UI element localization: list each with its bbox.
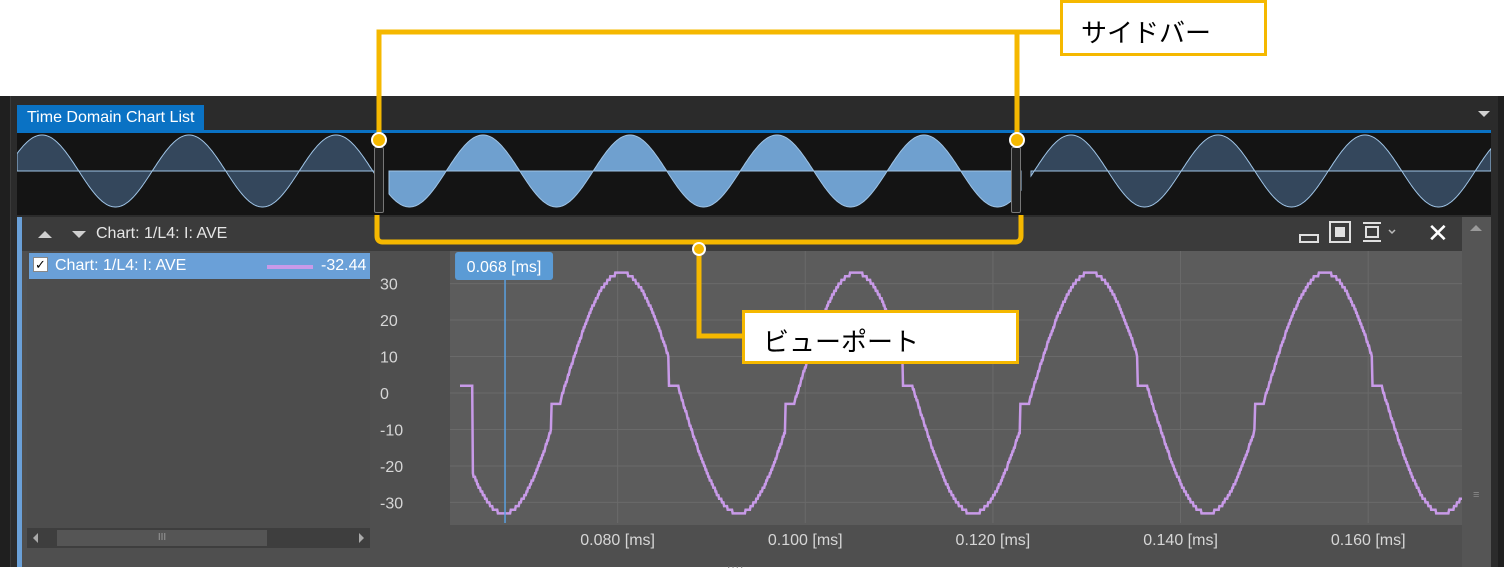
overview-waveform [17, 134, 1491, 208]
scroll-thumb[interactable]: III [57, 530, 267, 546]
scroll-up-icon[interactable] [1470, 225, 1482, 231]
close-icon[interactable]: ✕ [1427, 220, 1449, 246]
vertical-scrollbar[interactable]: ≡ [1462, 217, 1491, 567]
chart-title: Chart: 1/L4: I: AVE [96, 225, 228, 242]
x-tick-label: 0.160 [ms] [1331, 532, 1406, 549]
overview-strip[interactable] [17, 133, 1491, 215]
y-tick-label: 20 [380, 313, 398, 330]
plot-background [370, 251, 1462, 557]
x-tick-label: 0.140 [ms] [1143, 532, 1218, 549]
tab-menu-dropdown-icon[interactable] [1478, 111, 1490, 117]
x-tick-label: 0.120 [ms] [956, 532, 1031, 549]
scrollbar-grip-icon[interactable]: ≡ [1473, 490, 1479, 501]
tab-time-domain-chart-list[interactable]: Time Domain Chart List [17, 105, 205, 130]
overview-outside-right [1030, 134, 1491, 208]
series-checkbox[interactable]: ✓ [33, 257, 48, 272]
panel-accent-bar [17, 217, 22, 567]
legend-item[interactable]: ✓ Chart: 1/L4: I: AVE -32.44 [29, 253, 370, 279]
cursor-label: 0.068 [ms] [467, 259, 542, 276]
y-tick-label: 0 [380, 386, 389, 403]
series-color-swatch [267, 265, 313, 269]
viewport-left-handle[interactable] [374, 147, 384, 213]
chart-panel-header: Chart: 1/L4: I: AVE ✕ [22, 217, 1462, 251]
series-name: Chart: 1/L4: I: AVE [55, 257, 187, 274]
x-tick-label: 0.080 [ms] [580, 532, 655, 549]
scroll-left-icon[interactable] [33, 533, 38, 543]
series-value: -32.44 [321, 257, 367, 274]
time-domain-plot[interactable]: 30 20 10 0 -10 -20 -30 0.080 [ms] 0.100 [ms] 0.12… [370, 251, 1462, 557]
viewport-callout: ビューポート [742, 310, 1019, 364]
overview-outside-left [17, 134, 380, 208]
left-dock-edge [0, 96, 11, 567]
x-axis-area [370, 525, 1462, 557]
sidebar-callout: サイドバー [1060, 0, 1267, 56]
fit-all-icon[interactable] [1328, 220, 1352, 244]
fit-vertical-icon[interactable] [1360, 220, 1396, 244]
move-up-icon[interactable] [38, 231, 52, 238]
minimize-icon[interactable] [1298, 225, 1320, 245]
overview-viewport-wave [388, 134, 1022, 208]
x-tick-label: 0.100 [ms] [768, 532, 843, 549]
scroll-right-icon[interactable] [359, 533, 364, 543]
y-tick-label: 10 [380, 350, 398, 367]
right-dock-edge [1498, 96, 1504, 567]
resize-grip-icon[interactable]: .... [727, 557, 744, 571]
y-tick-label: -20 [380, 459, 403, 476]
y-tick-label: 30 [380, 277, 398, 294]
y-tick-label: -30 [380, 495, 403, 512]
chart-panel: Chart: 1/L4: I: AVE ✕ ✓ Chart: 1/L4: I: … [17, 217, 1491, 571]
legend-horizontal-scrollbar[interactable]: III [27, 528, 370, 548]
y-tick-label: -10 [380, 422, 403, 439]
viewport-right-handle[interactable] [1011, 147, 1021, 213]
legend-pane: ✓ Chart: 1/L4: I: AVE -32.44 [27, 251, 370, 528]
move-down-icon[interactable] [72, 231, 86, 238]
